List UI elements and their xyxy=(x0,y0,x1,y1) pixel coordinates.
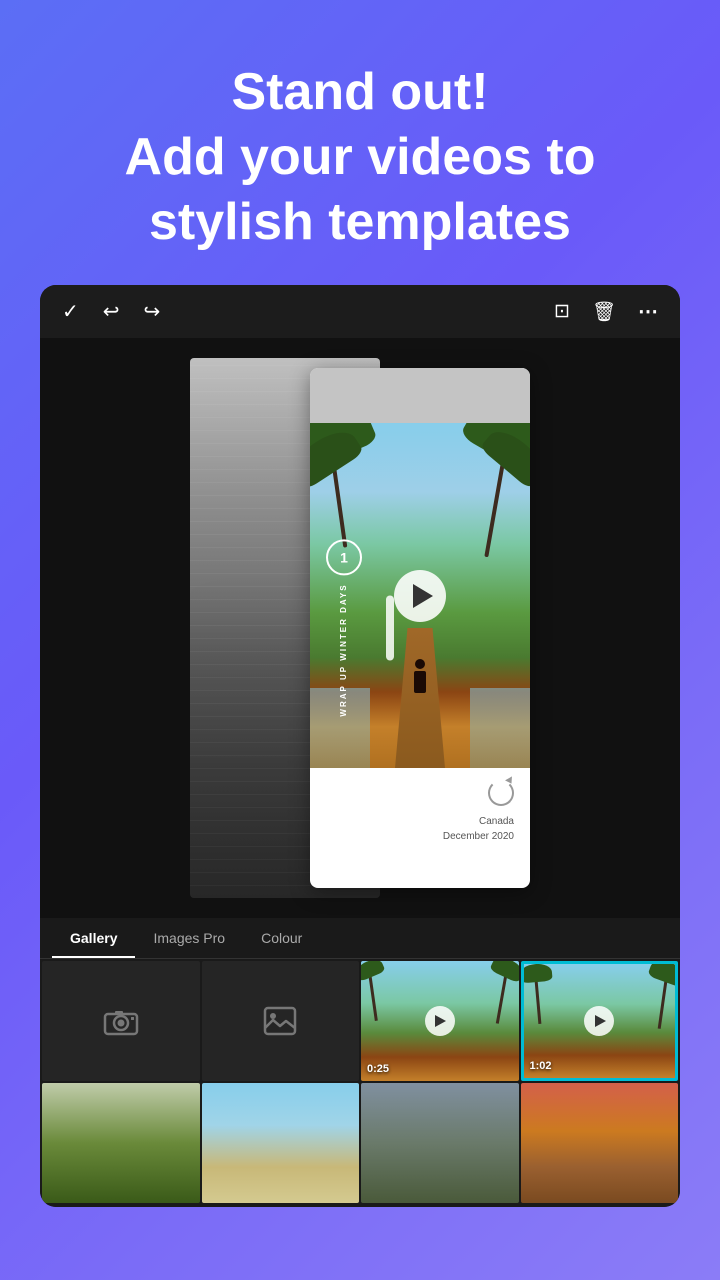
play-overlay-small-3 xyxy=(425,1006,455,1036)
tab-colour[interactable]: Colour xyxy=(243,918,320,958)
card-location: Canada December 2020 xyxy=(443,814,514,844)
template-mockup: 1 WRAP UP WINTER DAYS xyxy=(190,358,530,898)
video-duration-4: 1:02 xyxy=(530,1060,552,1072)
camera-cell[interactable] xyxy=(42,961,200,1081)
gallery-cell[interactable] xyxy=(202,961,360,1081)
image-icon xyxy=(263,1006,297,1036)
media-cell-4-selected[interactable]: 1:02 xyxy=(521,961,679,1081)
media-cell-3[interactable]: 0:25 xyxy=(361,961,519,1081)
media-row-2 xyxy=(40,1081,680,1207)
tab-gallery[interactable]: Gallery xyxy=(52,918,135,958)
media-cell-5[interactable] xyxy=(42,1083,200,1203)
toolbar-left: ✓ ↩ ↪ xyxy=(62,299,160,324)
template-vertical-text: WRAP UP WINTER DAYS xyxy=(338,583,351,716)
canvas-area: 1 WRAP UP WINTER DAYS xyxy=(40,338,680,918)
editor-panel: ✓ ↩ ↪ ⊡ 🗑 ⋯ 1 WRAP UP WINTER DAYS xyxy=(40,285,680,1207)
headline: Stand out! Add your videos to stylish te… xyxy=(80,60,640,255)
tab-bar: Gallery Images Pro Colour xyxy=(40,918,680,959)
video-duration-3: 0:25 xyxy=(367,1063,389,1075)
person-figure xyxy=(414,659,426,693)
card-bottom: Canada December 2020 xyxy=(310,768,530,854)
template-label: 1 WRAP UP WINTER DAYS xyxy=(326,539,362,716)
delete-icon[interactable]: 🗑 xyxy=(592,300,616,324)
headline-line1: Stand out! xyxy=(231,63,488,121)
card-header xyxy=(310,368,530,423)
undo-icon[interactable]: ↩ xyxy=(103,299,120,324)
toolbar-right: ⊡ 🗑 ⋯ xyxy=(554,299,658,324)
redo-icon[interactable]: ↪ xyxy=(144,299,161,324)
headline-line3: stylish templates xyxy=(149,193,571,251)
media-row-1: 0:25 1:02 xyxy=(40,959,680,1081)
play-overlay-small-4 xyxy=(584,1006,614,1036)
template-number-circle: 1 xyxy=(326,539,362,575)
rotate-icon[interactable] xyxy=(488,780,514,806)
drag-handle[interactable] xyxy=(386,596,394,661)
check-icon[interactable]: ✓ xyxy=(62,299,79,324)
editor-toolbar: ✓ ↩ ↪ ⊡ 🗑 ⋯ xyxy=(40,285,680,338)
media-cell-6[interactable] xyxy=(202,1083,360,1203)
media-cell-8[interactable] xyxy=(521,1083,679,1203)
headline-line2: Add your videos to xyxy=(125,128,596,186)
more-icon[interactable]: ⋯ xyxy=(638,299,658,324)
bottom-panel: Gallery Images Pro Colour xyxy=(40,918,680,1207)
crop-icon[interactable]: ⊡ xyxy=(554,300,570,323)
header-section: Stand out! Add your videos to stylish te… xyxy=(0,0,720,285)
play-button[interactable] xyxy=(394,570,446,622)
media-cell-7[interactable] xyxy=(361,1083,519,1203)
camera-icon xyxy=(103,1006,139,1036)
tab-images-pro[interactable]: Images Pro xyxy=(135,918,243,958)
